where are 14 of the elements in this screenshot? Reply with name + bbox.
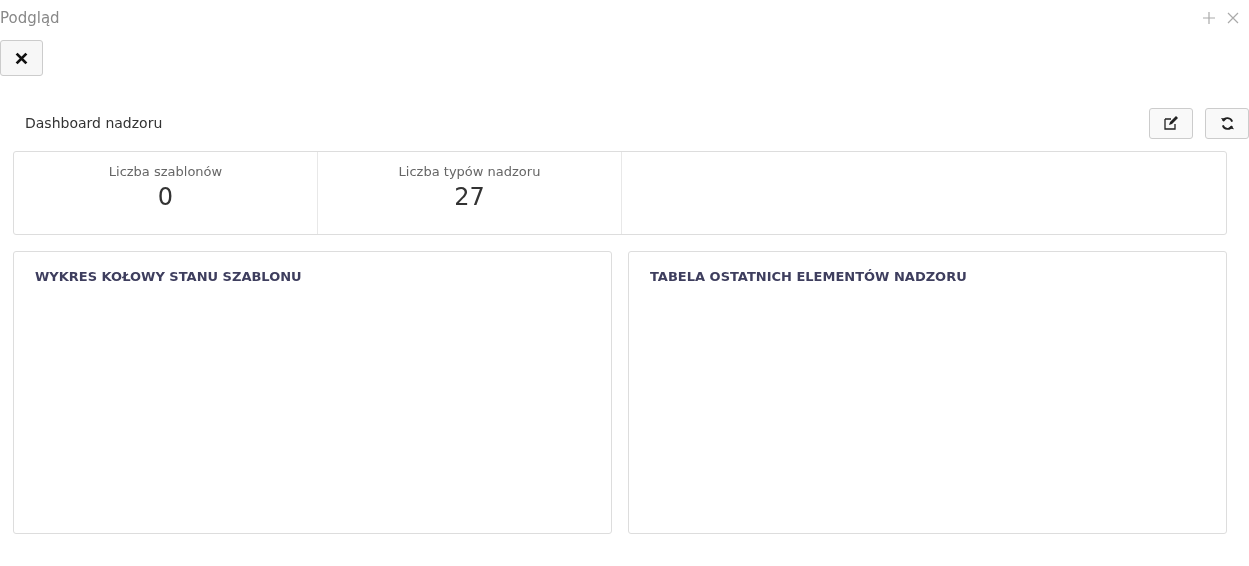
close-button[interactable] [0,40,43,76]
window-title: Podgląd [0,9,60,27]
stat-value: 27 [454,183,485,211]
stat-label: Liczba szablonów [108,164,223,179]
refresh-button[interactable] [1205,107,1249,139]
panel-title: WYKRES KOŁOWY STANU SZABLONU [35,269,302,284]
refresh-icon [1219,115,1235,131]
close-icon [15,51,28,65]
edit-icon [1164,116,1178,130]
edit-button[interactable] [1149,107,1193,139]
stat-label: Liczba typów nadzoru [398,164,541,179]
stat-value: 0 [157,183,174,211]
panel-title: TABELA OSTATNICH ELEMENTÓW NADZORU [650,269,967,284]
dashboard-title: Dashboard nadzoru [25,115,163,131]
